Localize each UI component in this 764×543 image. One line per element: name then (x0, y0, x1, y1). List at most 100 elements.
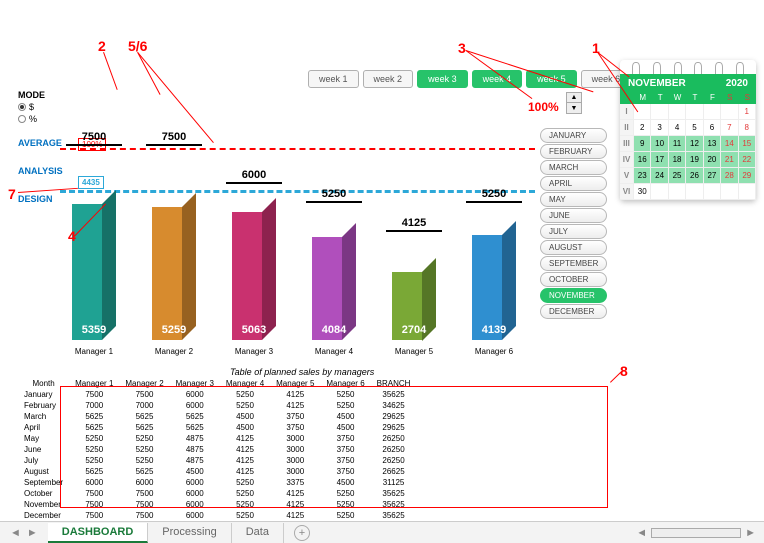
sheet-tab[interactable]: Data (232, 523, 284, 543)
calendar-day[interactable]: 16 (634, 152, 651, 168)
spinner-up-icon[interactable]: ▲ (567, 93, 581, 103)
add-sheet-button[interactable]: + (294, 525, 310, 541)
calendar-day[interactable]: 5 (686, 120, 703, 136)
calendar-day[interactable]: 13 (704, 136, 721, 152)
side-labels: AVERAGE ANALYSIS DESIGN (18, 138, 63, 222)
week-tab[interactable]: week 3 (417, 70, 468, 88)
calendar-day[interactable]: 24 (651, 168, 668, 184)
calendar-day (721, 184, 738, 200)
sheet-tab[interactable]: Processing (148, 523, 231, 543)
label-design[interactable]: DESIGN (18, 194, 63, 204)
calendar-day[interactable]: 8 (739, 120, 756, 136)
mode-percent[interactable]: % (18, 114, 45, 124)
horizontal-scrollbar[interactable] (651, 528, 741, 538)
sheet-tab-bar: ◄ ► DASHBOARDProcessingData + ◄ ► (0, 521, 764, 543)
calendar-day[interactable]: 30 (634, 184, 651, 200)
calendar-day[interactable]: 3 (651, 120, 668, 136)
calendar-day[interactable]: 15 (739, 136, 756, 152)
anno-1: 1 (592, 40, 600, 56)
calendar-day (721, 104, 738, 120)
week-tab[interactable]: week 5 (526, 70, 577, 88)
spinner-down-icon[interactable]: ▼ (567, 103, 581, 113)
anno-5-6: 5/6 (128, 38, 147, 54)
calendar-day[interactable]: 25 (669, 168, 686, 184)
anno-3: 3 (458, 40, 466, 56)
week-tabs: week 1week 2week 3week 4week 5week 6 (308, 70, 631, 88)
calendar-day[interactable]: 20 (704, 152, 721, 168)
month-button[interactable]: SEPTEMBER (540, 256, 607, 271)
calendar-month: NOVEMBER (628, 78, 686, 89)
week-tab[interactable]: week 4 (472, 70, 523, 88)
month-button[interactable]: JULY (540, 224, 607, 239)
calendar-day[interactable]: 21 (721, 152, 738, 168)
plan-label-4: 5250 (306, 188, 362, 203)
calendar-day[interactable]: 2 (634, 120, 651, 136)
mode-panel: MODE $ % (18, 90, 45, 124)
calendar-day (651, 104, 668, 120)
calendar-day[interactable]: 27 (704, 168, 721, 184)
calendar-day (739, 184, 756, 200)
calendar-day (634, 104, 651, 120)
calendar-day[interactable]: 17 (651, 152, 668, 168)
month-button[interactable]: APRIL (540, 176, 607, 191)
calendar-day[interactable]: 23 (634, 168, 651, 184)
month-button[interactable]: OCTOBER (540, 272, 607, 287)
label-average[interactable]: AVERAGE (18, 138, 63, 148)
table-row: December75007500600052504125525035625 (18, 510, 416, 521)
calendar-day (704, 104, 721, 120)
sheet-nav-prev-icon[interactable]: ◄ (10, 527, 21, 539)
calendar-day[interactable]: 19 (686, 152, 703, 168)
calendar-day[interactable]: 18 (669, 152, 686, 168)
month-button[interactable]: MAY (540, 192, 607, 207)
month-button[interactable]: DECEMBER (540, 304, 607, 319)
calendar-day (686, 104, 703, 120)
scroll-right-icon[interactable]: ► (745, 527, 756, 539)
calendar-day (669, 184, 686, 200)
month-button[interactable]: JANUARY (540, 128, 607, 143)
month-button[interactable]: AUGUST (540, 240, 607, 255)
table-title: Table of planned sales by managers (230, 367, 374, 377)
reference-line-blue (60, 190, 535, 193)
table-highlight-box (60, 386, 608, 508)
calendar-day[interactable]: 29 (739, 168, 756, 184)
calendar-day[interactable]: 1 (739, 104, 756, 120)
sheet-tab[interactable]: DASHBOARD (48, 523, 149, 543)
plan-label-1: 7500 (66, 131, 122, 146)
plan-label-6: 5250 (466, 188, 522, 203)
calendar-day (704, 184, 721, 200)
calendar-day (686, 184, 703, 200)
spinner[interactable]: ▲ ▼ (566, 92, 582, 114)
calendar-day[interactable]: 7 (721, 120, 738, 136)
plan-label-3: 6000 (226, 169, 282, 184)
plan-label-2: 7500 (146, 131, 202, 146)
month-button[interactable]: JUNE (540, 208, 607, 223)
month-button[interactable]: MARCH (540, 160, 607, 175)
calendar-day[interactable]: 14 (721, 136, 738, 152)
calendar-day[interactable]: 10 (651, 136, 668, 152)
calendar-year: 2020 (726, 78, 748, 89)
calendar-day[interactable]: 11 (669, 136, 686, 152)
mode-title: MODE (18, 90, 45, 100)
calendar-day[interactable]: 6 (704, 120, 721, 136)
calendar-day (669, 104, 686, 120)
anno-7: 7 (8, 186, 16, 202)
calendar-day (651, 184, 668, 200)
calendar-day[interactable]: 22 (739, 152, 756, 168)
month-button[interactable]: FEBRUARY (540, 144, 607, 159)
sheet-nav-next-icon[interactable]: ► (27, 527, 38, 539)
label-analysis[interactable]: ANALYSIS (18, 166, 63, 176)
calendar-day[interactable]: 28 (721, 168, 738, 184)
anno-8: 8 (620, 363, 628, 379)
calendar-day[interactable]: 4 (669, 120, 686, 136)
calendar-day[interactable]: 26 (686, 168, 703, 184)
calendar: NOVEMBER 2020 MTWTFSS I1II2345678III9101… (620, 60, 756, 200)
anno-2: 2 (98, 38, 106, 54)
week-tab[interactable]: week 2 (363, 70, 414, 88)
week-tab[interactable]: week 1 (308, 70, 359, 88)
pct-100-label: 100% (528, 100, 559, 114)
calendar-day[interactable]: 9 (634, 136, 651, 152)
month-button[interactable]: NOVEMBER (540, 288, 607, 303)
mode-dollar[interactable]: $ (18, 102, 45, 112)
scroll-left-icon[interactable]: ◄ (636, 527, 647, 539)
calendar-day[interactable]: 12 (686, 136, 703, 152)
